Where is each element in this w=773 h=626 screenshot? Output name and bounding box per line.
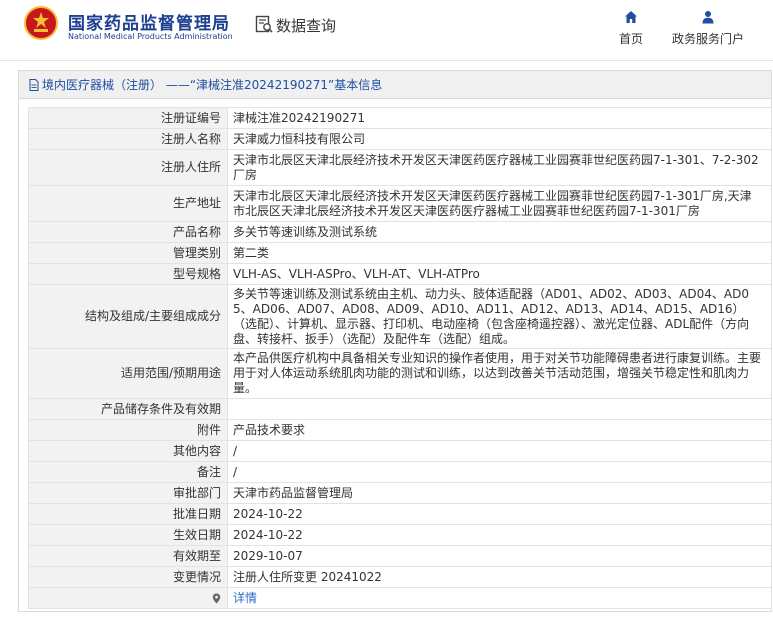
row-label: 管理类别 bbox=[28, 242, 228, 264]
table-row: 注册人名称 天津威力恒科技有限公司 bbox=[28, 128, 772, 150]
row-label: 适用范围/预期用途 bbox=[28, 348, 228, 399]
row-value bbox=[227, 398, 772, 420]
row-value: 多关节等速训练及测试系统由主机、动力头、肢体适配器（AD01、AD02、AD03… bbox=[227, 284, 772, 349]
header-divider bbox=[0, 60, 773, 61]
table-row: 生效日期 2024-10-22 bbox=[28, 524, 772, 546]
table-row: 其他内容 / bbox=[28, 440, 772, 462]
row-label: 注册人住所 bbox=[28, 149, 228, 186]
row-label: 注册人名称 bbox=[28, 128, 228, 150]
table-row: 注册人住所 天津市北辰区天津北辰经济技术开发区天津医药医疗器械工业园赛菲世纪医药… bbox=[28, 149, 772, 186]
nav-service-portal[interactable]: 政务服务门户 bbox=[668, 10, 748, 47]
table-row: 生产地址 天津市北辰区天津北辰经济技术开发区天津医药医疗器械工业园赛菲世纪医药园… bbox=[28, 185, 772, 222]
table-row: 审批部门 天津市药品监督管理局 bbox=[28, 482, 772, 504]
home-icon bbox=[625, 11, 637, 23]
row-value: 天津威力恒科技有限公司 bbox=[227, 128, 772, 150]
row-label: 结构及组成/主要组成成分 bbox=[28, 284, 228, 349]
row-label: 审批部门 bbox=[28, 482, 228, 504]
row-label: 型号规格 bbox=[28, 263, 228, 285]
row-value: 2024-10-22 bbox=[227, 503, 772, 525]
row-value: 天津市北辰区天津北辰经济技术开发区天津医药医疗器械工业园赛菲世纪医药园7-1-3… bbox=[227, 185, 772, 222]
document-icon bbox=[29, 78, 39, 91]
row-value: 多关节等速训练及测试系统 bbox=[227, 221, 772, 243]
nav-home[interactable]: 首页 bbox=[614, 10, 648, 47]
data-query-title[interactable]: 数据查询 bbox=[276, 15, 336, 36]
detail-panel: 境内医疗器械（注册） ——“津械注准20242190271”基本信息 注册证编号… bbox=[18, 70, 772, 612]
row-value: 天津市北辰区天津北辰经济技术开发区天津医药医疗器械工业园赛菲世纪医药园7-1-3… bbox=[227, 149, 772, 186]
table-row: 注册证编号 津械注准20242190271 bbox=[28, 107, 772, 129]
breadcrumb: 境内医疗器械（注册） ——“津械注准20242190271”基本信息 bbox=[19, 71, 771, 99]
data-query-icon bbox=[255, 15, 273, 33]
row-value: VLH-AS、VLH-ASPro、VLH-AT、VLH-ATPro bbox=[227, 263, 772, 285]
site-logo-title[interactable]: 国家药品监督管理局 bbox=[68, 9, 230, 34]
row-value: / bbox=[227, 440, 772, 462]
table-row: 备注 / bbox=[28, 461, 772, 483]
row-label: 产品名称 bbox=[28, 221, 228, 243]
row-label: 注册证编号 bbox=[28, 107, 228, 129]
row-value: 2029-10-07 bbox=[227, 545, 772, 567]
row-value: 产品技术要求 bbox=[227, 419, 772, 441]
table-row: 详情 bbox=[28, 587, 772, 609]
row-value: / bbox=[227, 461, 772, 483]
table-row: 产品储存条件及有效期 bbox=[28, 398, 772, 420]
row-label: 生效日期 bbox=[28, 524, 228, 546]
detail-link-cell: 详情 bbox=[227, 587, 772, 609]
row-label: 产品储存条件及有效期 bbox=[28, 398, 228, 420]
nav-service-portal-label: 政务服务门户 bbox=[671, 32, 744, 46]
location-pin-icon bbox=[212, 593, 221, 603]
user-icon bbox=[702, 11, 714, 24]
table-row: 批准日期 2024-10-22 bbox=[28, 503, 772, 525]
table-row: 有效期至 2029-10-07 bbox=[28, 545, 772, 567]
registration-info-table: 注册证编号 津械注准20242190271 注册人名称 天津威力恒科技有限公司 … bbox=[28, 107, 772, 609]
row-label: 批准日期 bbox=[28, 503, 228, 525]
breadcrumb-text[interactable]: 境内医疗器械（注册） ——“津械注准20242190271”基本信息 bbox=[42, 78, 382, 92]
national-emblem-icon bbox=[24, 6, 58, 40]
row-label: 生产地址 bbox=[28, 185, 228, 222]
table-row: 管理类别 第二类 bbox=[28, 242, 772, 264]
table-row: 变更情况 注册人住所变更 20241022 bbox=[28, 566, 772, 588]
row-label-icon-cell bbox=[28, 587, 228, 609]
table-row: 型号规格 VLH-AS、VLH-ASPro、VLH-AT、VLH-ATPro bbox=[28, 263, 772, 285]
row-label: 其他内容 bbox=[28, 440, 228, 462]
site-header: 国家药品监督管理局 National Medical Products Admi… bbox=[0, 0, 773, 60]
row-value: 津械注准20242190271 bbox=[227, 107, 772, 129]
row-value: 2024-10-22 bbox=[227, 524, 772, 546]
row-value: 第二类 bbox=[227, 242, 772, 264]
row-value: 天津市药品监督管理局 bbox=[227, 482, 772, 504]
detail-link[interactable]: 详情 bbox=[233, 591, 257, 605]
row-label: 备注 bbox=[28, 461, 228, 483]
table-row: 结构及组成/主要组成成分 多关节等速训练及测试系统由主机、动力头、肢体适配器（A… bbox=[28, 284, 772, 349]
table-row: 附件 产品技术要求 bbox=[28, 419, 772, 441]
row-label: 有效期至 bbox=[28, 545, 228, 567]
row-value: 本产品供医疗机构中具备相关专业知识的操作者使用，用于对关节功能障碍患者进行康复训… bbox=[227, 348, 772, 399]
nav-home-label: 首页 bbox=[618, 32, 643, 46]
site-logo-subtitle: National Medical Products Administration bbox=[68, 32, 233, 41]
row-value: 注册人住所变更 20241022 bbox=[227, 566, 772, 588]
table-row: 适用范围/预期用途 本产品供医疗机构中具备相关专业知识的操作者使用，用于对关节功… bbox=[28, 348, 772, 399]
table-row: 产品名称 多关节等速训练及测试系统 bbox=[28, 221, 772, 243]
row-label: 变更情况 bbox=[28, 566, 228, 588]
row-label: 附件 bbox=[28, 419, 228, 441]
